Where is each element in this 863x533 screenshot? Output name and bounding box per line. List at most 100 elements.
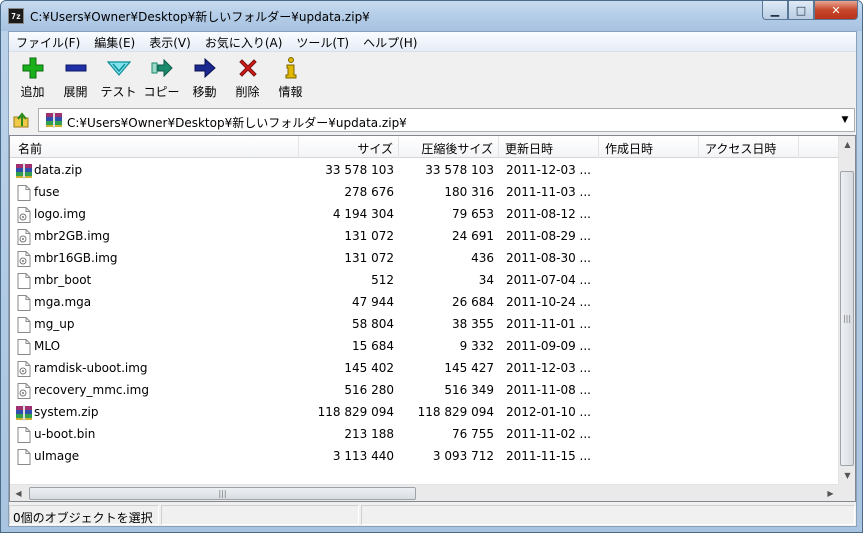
file-size: 3 113 440 <box>332 449 394 463</box>
file-row[interactable]: u-boot.bin 213 188 76 755 2011-11-02 ... <box>10 424 840 446</box>
file-packed-size: 24 691 <box>452 229 494 243</box>
file-row[interactable]: data.zip 33 578 103 33 578 103 2011-12-03 .… <box>10 160 840 182</box>
move-button[interactable]: 移動 <box>183 53 226 101</box>
file-name: uImage <box>34 449 80 463</box>
file-row[interactable]: fuse 278 676 180 316 2011-11-03 ... <box>10 182 840 204</box>
scroll-left-icon[interactable]: ◀ <box>10 485 27 501</box>
file-row[interactable]: uImage 3 113 440 3 093 712 2011-11-15 ... <box>10 446 840 468</box>
delete-label: 削除 <box>235 85 260 99</box>
info-button[interactable]: 情報 <box>269 53 312 101</box>
file-icon <box>16 449 32 465</box>
file-name: mga.mga <box>34 295 92 309</box>
file-packed-size: 79 653 <box>452 207 494 221</box>
file-size: 4 194 304 <box>332 207 394 221</box>
column-header-created[interactable]: 作成日時 <box>599 136 699 158</box>
file-list[interactable]: 名前 サイズ 圧縮後サイズ 更新日時 作成日時 アクセス日時 data.zip 3… <box>9 135 856 502</box>
minimize-button[interactable]: ▁ <box>762 1 788 20</box>
file-modified: 2012-01-10 ... <box>506 405 591 419</box>
file-name: mg_up <box>34 317 75 331</box>
file-packed-size: 118 829 094 <box>417 405 494 419</box>
column-header-modified[interactable]: 更新日時 <box>499 136 599 158</box>
file-rows: data.zip 33 578 103 33 578 103 2011-12-03 .… <box>10 160 840 468</box>
7zip-app-icon[interactable]: 7z <box>8 8 24 24</box>
disk-image-icon <box>16 251 32 267</box>
file-row[interactable]: recovery_mmc.img 516 280 516 349 2011-11-08… <box>10 380 840 402</box>
file-name: system.zip <box>34 405 99 419</box>
file-name: mbr2GB.img <box>34 229 110 243</box>
file-icon <box>16 295 32 311</box>
column-header-accessed[interactable]: アクセス日時 <box>699 136 799 158</box>
menu-edit[interactable]: 編集(E) <box>87 32 142 51</box>
menu-help[interactable]: ヘルプ(H) <box>356 32 424 51</box>
file-size: 33 578 103 <box>325 163 394 177</box>
scrollbar-corner <box>838 484 855 501</box>
file-row[interactable]: mbr_boot 512 34 2011-07-04 ... <box>10 270 840 292</box>
scroll-up-icon[interactable]: ▲ <box>839 136 855 153</box>
zip-archive-icon <box>16 163 32 179</box>
file-row[interactable]: logo.img 4 194 304 79 653 2011-08-12 ... <box>10 204 840 226</box>
extract-button[interactable]: 展開 <box>54 53 97 101</box>
vertical-scrollbar[interactable]: ▲ ||| ▼ <box>838 136 855 484</box>
status-selection: 0個のオブジェクトを選択 <box>9 505 159 525</box>
column-header-size[interactable]: サイズ <box>299 136 399 158</box>
status-bar: 0個のオブジェクトを選択 <box>9 504 856 526</box>
file-row[interactable]: system.zip 118 829 094 118 829 094 2012-01-… <box>10 402 840 424</box>
menu-favorites[interactable]: お気に入り(A) <box>198 32 290 51</box>
file-modified: 2011-12-03 ... <box>506 163 591 177</box>
file-packed-size: 145 427 <box>444 361 494 375</box>
copy-button[interactable]: コピー <box>140 53 183 101</box>
column-header-name[interactable]: 名前 <box>10 136 299 158</box>
file-size: 47 944 <box>352 295 394 309</box>
file-row[interactable]: mg_up 58 804 38 355 2011-11-01 ... <box>10 314 840 336</box>
file-name: recovery_mmc.img <box>34 383 149 397</box>
file-name: data.zip <box>34 163 83 177</box>
delete-button[interactable]: 削除 <box>226 53 269 101</box>
delete-x-icon <box>236 56 260 80</box>
file-packed-size: 34 <box>478 273 494 287</box>
zip-archive-icon <box>16 405 32 421</box>
address-dropdown-button[interactable]: ▼ <box>838 112 852 128</box>
file-modified: 2011-12-03 ... <box>506 361 591 375</box>
horizontal-scrollbar[interactable]: ◀ ||| ▶ <box>10 484 839 501</box>
file-modified: 2011-08-29 ... <box>506 229 591 243</box>
file-modified: 2011-08-30 ... <box>506 251 591 265</box>
file-name: mbr16GB.img <box>34 251 118 265</box>
file-size: 131 072 <box>344 251 394 265</box>
file-row[interactable]: mbr2GB.img 131 072 24 691 2011-08-29 ... <box>10 226 840 248</box>
file-name: logo.img <box>34 207 86 221</box>
file-row[interactable]: mga.mga 47 944 26 684 2011-10-24 ... <box>10 292 840 314</box>
address-field[interactable]: C:¥Users¥Owner¥Desktop¥新しいフォルダー¥updata.z… <box>38 108 855 132</box>
file-row[interactable]: MLO 15 684 9 332 2011-09-09 ... <box>10 336 840 358</box>
maximize-button[interactable]: □ <box>788 1 814 20</box>
close-button[interactable]: ✕ <box>814 1 858 20</box>
file-packed-size: 9 332 <box>459 339 494 353</box>
test-button[interactable]: テスト <box>97 53 140 101</box>
app-window: 7z C:¥Users¥Owner¥Desktop¥新しいフォルダー¥updat… <box>0 0 863 533</box>
file-modified: 2011-11-03 ... <box>506 185 591 199</box>
file-row[interactable]: mbr16GB.img 131 072 436 2011-08-30 ... <box>10 248 840 270</box>
folder-up-icon <box>13 112 29 128</box>
menu-tools[interactable]: ツール(T) <box>289 32 356 51</box>
column-header-packed-size[interactable]: 圧縮後サイズ <box>399 136 499 158</box>
title-bar[interactable]: 7z C:¥Users¥Owner¥Desktop¥新しいフォルダー¥updat… <box>1 1 862 31</box>
file-name: fuse <box>34 185 60 199</box>
scroll-down-icon[interactable]: ▼ <box>839 467 855 484</box>
add-button[interactable]: 追加 <box>11 53 54 101</box>
file-modified: 2011-11-15 ... <box>506 449 591 463</box>
file-size: 15 684 <box>352 339 394 353</box>
menu-view[interactable]: 表示(V) <box>142 32 198 51</box>
disk-image-icon <box>16 383 32 399</box>
disk-image-icon <box>16 361 32 377</box>
file-size: 512 <box>371 273 394 287</box>
test-label: テスト <box>100 85 137 99</box>
file-size: 58 804 <box>352 317 394 331</box>
vertical-scroll-thumb[interactable]: ||| <box>840 171 854 466</box>
address-path: C:¥Users¥Owner¥Desktop¥新しいフォルダー¥updata.z… <box>67 116 407 130</box>
file-row[interactable]: ramdisk-uboot.img 145 402 145 427 2011-12-0… <box>10 358 840 380</box>
test-check-icon <box>106 56 131 80</box>
scroll-right-icon[interactable]: ▶ <box>822 485 839 501</box>
parent-folder-button[interactable] <box>13 110 31 130</box>
horizontal-scroll-thumb[interactable]: ||| <box>29 487 416 500</box>
extract-minus-icon <box>64 56 88 80</box>
menu-file[interactable]: ファイル(F) <box>9 32 87 51</box>
